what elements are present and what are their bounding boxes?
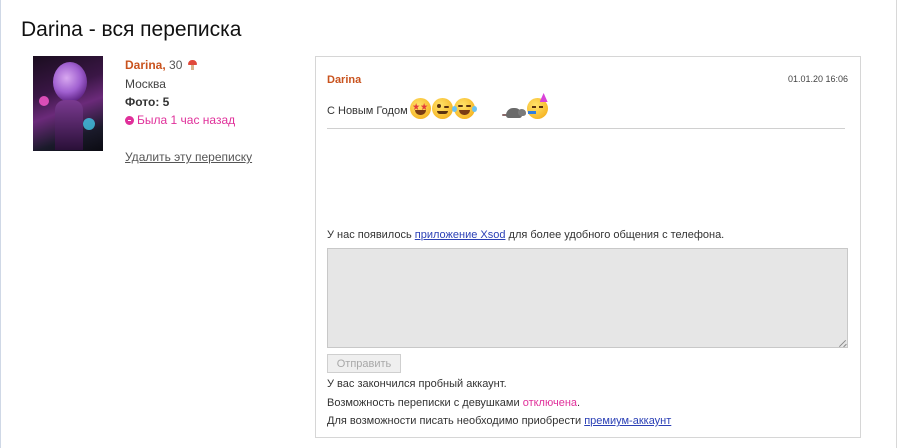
reply-textarea[interactable] [327, 248, 848, 348]
online-status-text: Была 1 час назад [137, 113, 236, 127]
premium-notice: Для возможности писать необходимо приобр… [327, 415, 671, 427]
message-author[interactable]: Darina [327, 74, 361, 86]
user-city: Москва [125, 77, 166, 91]
message-divider [327, 128, 845, 129]
avatar-figure [55, 100, 83, 150]
premium-notice-prefix: Для возможности писать необходимо приобр… [327, 415, 585, 427]
app-download-link[interactable]: приложение Xsod [415, 229, 506, 241]
user-age: 30 [169, 58, 183, 72]
avatar[interactable] [33, 56, 103, 151]
resize-grip-icon[interactable] [839, 339, 847, 347]
user-name[interactable]: Darina, [125, 58, 166, 72]
user-photos[interactable]: Фото: 5 [125, 95, 169, 109]
trial-ended-notice: У вас закончился пробный аккаунт. [327, 378, 507, 390]
right-border [896, 0, 897, 448]
avatar-hair [53, 62, 87, 102]
page-title: Darina - вся переписка [21, 18, 242, 41]
messaging-notice-suffix: . [577, 397, 581, 409]
conversation-panel: Darina 01.01.20 16:06 С Новым Годом У на… [315, 56, 861, 438]
message-body: С Новым Годом [327, 93, 549, 119]
left-border [0, 0, 1, 448]
send-button[interactable]: Отправить [327, 354, 401, 373]
delete-conversation-link[interactable]: Удалить эту переписку [125, 150, 252, 164]
status-dot-icon [125, 116, 134, 125]
app-note-prefix: У нас появилось [327, 229, 415, 241]
mushroom-icon [187, 60, 197, 70]
app-promo-note: У нас появилось приложение Xsod для боле… [327, 229, 724, 241]
app-note-suffix: для более удобного общения с телефона. [505, 229, 725, 241]
online-status: Была 1 час назад [125, 113, 235, 127]
star-struck-emoji-icon [409, 98, 431, 119]
user-name-line: Darina, 30 [125, 58, 197, 72]
avatar-light [83, 118, 95, 130]
partying-face-emoji-icon [526, 93, 548, 119]
avatar-light [39, 96, 49, 106]
messaging-notice-prefix: Возможность переписки с девушками [327, 397, 523, 409]
message-text: С Новым Годом [327, 105, 408, 117]
premium-account-link[interactable]: премиум-аккаунт [584, 415, 671, 427]
messaging-disabled-notice: Возможность переписки с девушками отключ… [327, 397, 580, 409]
winking-face-emoji-icon [431, 98, 453, 119]
message-date: 01.01.20 16:06 [787, 74, 848, 84]
tears-of-joy-emoji-icon [451, 98, 477, 119]
rat-emoji-icon [501, 105, 526, 119]
messaging-status: отключена [522, 397, 578, 409]
